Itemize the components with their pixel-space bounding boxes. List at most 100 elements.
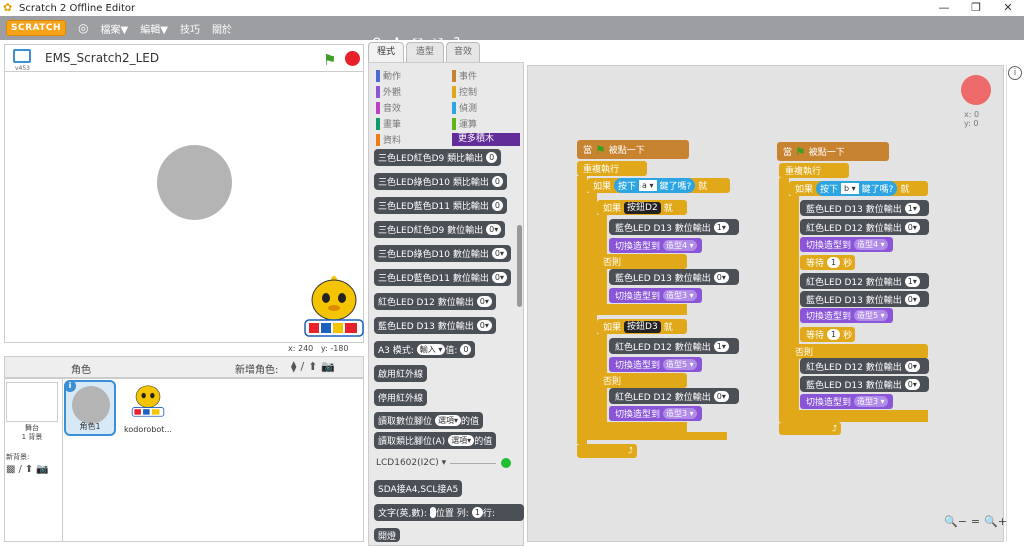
palette-block[interactable]: 藍色LED D13 數位輸出 0▾ <box>374 317 496 334</box>
zoom-reset-icon[interactable]: = <box>971 515 980 528</box>
category-data[interactable]: 資料 <box>376 133 401 146</box>
if-else-block[interactable]: 如果 按鈕D3 就 <box>597 319 687 334</box>
led-block[interactable]: 紅色LED D12 數位輸出 0▾ <box>800 219 929 235</box>
palette-block[interactable]: 三色LED紅色D9 類比輸出 0 <box>374 149 502 166</box>
led-block[interactable]: 藍色LED D13 數位輸出 0▾ <box>800 291 929 307</box>
zoom-controls: 🔍− = 🔍+ <box>944 515 1007 528</box>
if-else-block[interactable]: 如果 按下 b ▾ 鍵了嗎? 就 <box>789 181 928 196</box>
about-menu[interactable]: 關於 <box>212 21 232 36</box>
palette-block[interactable]: 三色LED藍色D11 數位輸出 0▾ <box>374 269 511 286</box>
zoom-out-icon[interactable]: 🔍− <box>944 515 967 528</box>
forever-block[interactable]: 重複執行 <box>779 163 849 178</box>
green-flag-icon[interactable]: ⚑ <box>323 51 336 69</box>
led-block[interactable]: 藍色LED D13 數位輸出 0▾ <box>609 269 739 285</box>
if-else-block[interactable]: 如果 按下 a ▾ 鍵了嗎? 就 <box>587 178 730 193</box>
close-button[interactable]: ✕ <box>992 0 1024 16</box>
tab-scripts[interactable]: 程式 <box>368 42 404 63</box>
switch-costume-block[interactable]: 切換造型到 造型3 ▾ <box>800 394 893 409</box>
switch-costume-block[interactable]: 切換造型到 造型5 ▾ <box>609 357 702 372</box>
category-looks[interactable]: 外觀 <box>376 85 401 98</box>
category-operators[interactable]: 運算 <box>452 117 477 130</box>
category-events[interactable]: 事件 <box>452 69 477 82</box>
sprite-name: 角色1 <box>79 422 101 431</box>
led-block[interactable]: 藍色LED D13 數位輸出 1▾ <box>800 200 929 216</box>
upload-sprite-icon[interactable]: ⬆ <box>308 360 317 373</box>
language-globe-icon[interactable]: ◎ <box>78 21 88 35</box>
stage-header: v453 EMS_Scratch2_LED ⚑ <box>4 44 364 72</box>
project-name[interactable]: EMS_Scratch2_LED <box>45 51 159 65</box>
sprite-library-icon[interactable]: ⧫ <box>291 360 296 373</box>
sprite-info-icon[interactable]: i <box>1008 66 1022 80</box>
tips-menu[interactable]: 技巧 <box>180 21 200 36</box>
palette-block[interactable]: 三色LED紅色D9 數位輸出 0▾ <box>374 221 506 238</box>
if-else-block[interactable]: 如果 按鈕D2 就 <box>597 200 687 215</box>
category-control[interactable]: 控制 <box>452 85 477 98</box>
wait-block[interactable]: 等待 1 秒 <box>800 327 855 342</box>
kodorobot-sprite[interactable] <box>301 274 367 342</box>
forever-block[interactable]: 重複執行 <box>577 161 647 176</box>
led-block[interactable]: 紅色LED D12 數位輸出 1▾ <box>800 273 929 289</box>
info-icon[interactable]: i <box>64 380 76 392</box>
palette-block[interactable]: 三色LED藍色D11 類比輸出 0 <box>374 197 507 214</box>
palette-block[interactable]: 開燈 <box>374 528 401 542</box>
palette-scrollbar[interactable] <box>517 225 522 307</box>
camera-backdrop-icon[interactable]: 📷 <box>36 464 48 475</box>
switch-costume-block[interactable]: 切換造型到 造型4 ▾ <box>609 238 702 253</box>
palette-block[interactable]: SDA接A4,SCL接A5 <box>374 480 463 497</box>
palette-block[interactable]: 三色LED綠色D10 類比輸出 0 <box>374 173 507 190</box>
minimize-button[interactable]: — <box>928 0 960 16</box>
switch-costume-block[interactable]: 切換造型到 造型5 ▾ <box>800 308 893 323</box>
paint-backdrop-icon[interactable]: / <box>18 464 21 475</box>
palette-block[interactable]: 紅色LED D12 數位輸出 0▾ <box>374 293 496 310</box>
tab-sounds[interactable]: 音效 <box>446 42 480 63</box>
tab-costumes[interactable]: 造型 <box>406 42 444 63</box>
scratch-logo[interactable]: SCRATCH <box>6 20 67 36</box>
forever-end: ⮥ <box>577 444 637 458</box>
sprite-thumb-2[interactable]: kodorobot... <box>122 380 174 436</box>
wait-block[interactable]: 等待 1 秒 <box>800 255 855 270</box>
lcd-section-label[interactable]: LCD1602(I2C) ▾ <box>376 458 446 468</box>
palette-block[interactable]: 文字(英,數): 位置 列: 1 行: <box>374 504 524 521</box>
palette-block[interactable]: A3 模式: 輸入 ▾ 值: 0 <box>374 341 476 358</box>
category-sound[interactable]: 音效 <box>376 101 401 114</box>
palette-block[interactable]: 讀取數位腳位 選項▾ 的值 <box>374 412 484 429</box>
stage[interactable] <box>4 71 364 343</box>
led-block[interactable]: 紅色LED D12 數位輸出 1▾ <box>609 338 739 354</box>
stage-thumbnail[interactable] <box>6 382 58 422</box>
category-more-blocks[interactable]: 更多積木 <box>452 133 520 146</box>
palette-block[interactable]: 停用紅外線 <box>374 389 428 406</box>
led-block[interactable]: 紅色LED D12 數位輸出 0▾ <box>609 388 739 404</box>
sprite-position: x: 0 y: 0 <box>964 110 980 128</box>
camera-sprite-icon[interactable]: 📷 <box>321 360 335 373</box>
category-motion[interactable]: 動作 <box>376 69 401 82</box>
switch-costume-block[interactable]: 切換造型到 造型3 ▾ <box>609 288 702 303</box>
led-block[interactable]: 藍色LED D13 數位輸出 0▾ <box>800 376 929 392</box>
zoom-in-icon[interactable]: 🔍+ <box>984 515 1007 528</box>
else-label[interactable]: 否則 <box>597 373 687 388</box>
palette-block[interactable]: 啟用紅外線 <box>374 365 428 382</box>
title-bar: ✿ Scratch 2 Offline Editor — ❐ ✕ <box>0 0 1024 16</box>
file-menu[interactable]: 檔案▼ <box>101 21 129 36</box>
category-sensing[interactable]: 偵測 <box>452 101 477 114</box>
else-label[interactable]: 否則 <box>789 344 928 359</box>
switch-costume-block[interactable]: 切換造型到 造型4 ▾ <box>800 237 893 252</box>
stop-icon[interactable] <box>345 51 360 66</box>
when-flag-block[interactable]: 當 ⚑ 被點一下 <box>577 140 689 159</box>
when-flag-block[interactable]: 當 ⚑ 被點一下 <box>777 142 889 161</box>
sprite-thumb-1[interactable]: i 角色1 <box>64 380 116 436</box>
maximize-button[interactable]: ❐ <box>960 0 992 16</box>
else-label[interactable]: 否則 <box>597 254 687 269</box>
upload-backdrop-icon[interactable]: ⬆ <box>25 464 33 475</box>
category-pen[interactable]: 畫筆 <box>376 117 401 130</box>
sprite-circle[interactable] <box>157 145 232 220</box>
script-scrollbar[interactable] <box>1006 65 1024 542</box>
led-block[interactable]: 紅色LED D12 數位輸出 0▾ <box>800 358 929 374</box>
fullscreen-icon[interactable] <box>13 49 31 63</box>
palette-block[interactable]: 三色LED綠色D10 數位輸出 0▾ <box>374 245 511 262</box>
backdrop-library-icon[interactable]: ▩ <box>6 464 15 475</box>
paint-sprite-icon[interactable]: / <box>300 360 304 373</box>
switch-costume-block[interactable]: 切換造型到 造型3 ▾ <box>609 406 702 421</box>
led-block[interactable]: 藍色LED D13 數位輸出 1▾ <box>609 219 739 235</box>
palette-block[interactable]: 讀取類比腳位(A) 選項▾ 的值 <box>374 432 497 449</box>
edit-menu[interactable]: 編輯▼ <box>140 21 168 36</box>
